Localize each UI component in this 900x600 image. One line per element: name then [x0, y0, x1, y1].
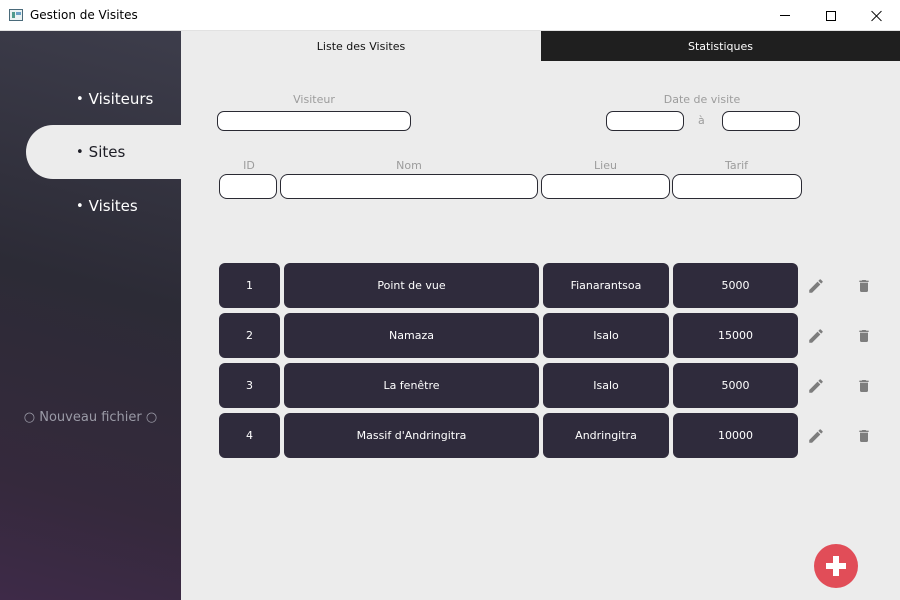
- edit-button[interactable]: [805, 425, 827, 447]
- date-visite-label: Date de visite: [663, 93, 741, 106]
- sidebar-item-label: Sites: [88, 143, 126, 161]
- title-bar: Gestion de Visites: [0, 0, 900, 31]
- cell-tarif: 10000: [673, 413, 798, 458]
- maximize-button[interactable]: [808, 0, 854, 31]
- pencil-icon: [809, 329, 823, 343]
- lieu-label: Lieu: [594, 159, 617, 172]
- date-to-input[interactable]: [722, 111, 800, 131]
- bullet-icon: •: [76, 144, 84, 160]
- sidebar-item-visiteurs[interactable]: • Visiteurs: [0, 72, 181, 126]
- bullet-icon: •: [76, 198, 84, 214]
- cell-lieu: Fianarantsoa: [543, 263, 669, 308]
- id-label: ID: [243, 159, 255, 172]
- id-field[interactable]: [219, 174, 277, 199]
- delete-button[interactable]: [853, 375, 875, 397]
- tarif-label: Tarif: [724, 159, 749, 172]
- lieu-field[interactable]: [541, 174, 670, 199]
- tab-liste-des-visites[interactable]: Liste des Visites: [181, 31, 541, 61]
- cell-lieu: Isalo: [543, 313, 669, 358]
- bullet-icon: •: [76, 91, 84, 107]
- cell-id: 4: [219, 413, 280, 458]
- trash-icon: [859, 380, 869, 392]
- close-icon: [871, 10, 883, 22]
- cell-nom: La fenêtre: [284, 363, 539, 408]
- app-icon: [9, 9, 23, 21]
- pencil-icon: [809, 429, 823, 443]
- cell-nom: Namaza: [284, 313, 539, 358]
- nom-field[interactable]: [280, 174, 538, 199]
- new-file-button[interactable]: ○ Nouveau fichier ○: [0, 410, 181, 425]
- trash-icon: [859, 430, 869, 442]
- cell-id: 3: [219, 363, 280, 408]
- edit-button[interactable]: [805, 275, 827, 297]
- sidebar-item-sites[interactable]: • Sites: [26, 125, 181, 179]
- nom-label: Nom: [396, 159, 422, 172]
- visiteur-input[interactable]: [217, 111, 411, 131]
- close-button[interactable]: [854, 0, 900, 31]
- edit-button[interactable]: [805, 375, 827, 397]
- delete-button[interactable]: [853, 275, 875, 297]
- maximize-icon: [826, 10, 836, 21]
- cell-lieu: Isalo: [543, 363, 669, 408]
- cell-nom: Point de vue: [284, 263, 539, 308]
- cell-lieu: Andringitra: [543, 413, 669, 458]
- plus-icon: [826, 556, 846, 576]
- visiteur-label: Visiteur: [293, 93, 335, 106]
- minimize-button[interactable]: [762, 0, 808, 31]
- add-site-button[interactable]: [814, 544, 858, 588]
- tab-statistiques[interactable]: Statistiques: [541, 31, 900, 61]
- cell-tarif: 5000: [673, 363, 798, 408]
- date-separator: à: [698, 114, 705, 127]
- cell-id: 2: [219, 313, 280, 358]
- sidebar-item-visites[interactable]: • Visites: [0, 179, 181, 233]
- tarif-field[interactable]: [672, 174, 802, 199]
- window-title: Gestion de Visites: [30, 8, 138, 22]
- date-from-input[interactable]: [606, 111, 684, 131]
- sidebar: • Visiteurs • Sites • Visites ○ Nouveau …: [0, 31, 181, 600]
- pencil-icon: [809, 379, 823, 393]
- cell-tarif: 5000: [673, 263, 798, 308]
- sidebar-item-label: Visites: [88, 197, 138, 215]
- cell-id: 1: [219, 263, 280, 308]
- minimize-icon: [780, 15, 790, 16]
- trash-icon: [859, 280, 869, 292]
- cell-tarif: 15000: [673, 313, 798, 358]
- cell-nom: Massif d'Andringitra: [284, 413, 539, 458]
- edit-button[interactable]: [805, 325, 827, 347]
- trash-icon: [859, 330, 869, 342]
- delete-button[interactable]: [853, 425, 875, 447]
- delete-button[interactable]: [853, 325, 875, 347]
- sidebar-item-label: Visiteurs: [88, 90, 154, 108]
- pencil-icon: [809, 279, 823, 293]
